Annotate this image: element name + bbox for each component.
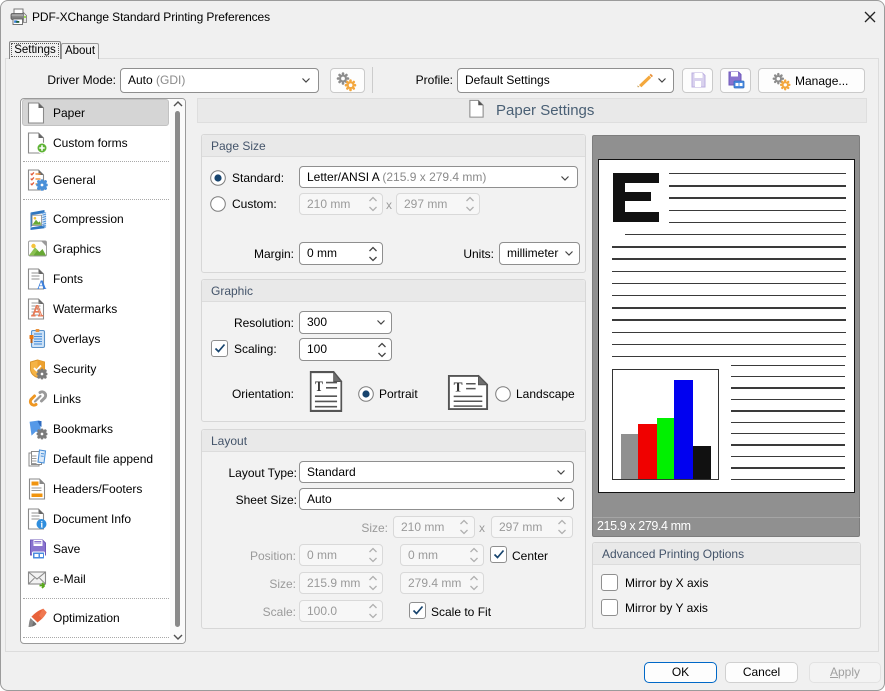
svg-text:A: A (32, 303, 44, 320)
svg-text:A: A (37, 277, 47, 292)
svg-text:T: T (315, 378, 323, 394)
svg-text:T: T (454, 379, 463, 394)
